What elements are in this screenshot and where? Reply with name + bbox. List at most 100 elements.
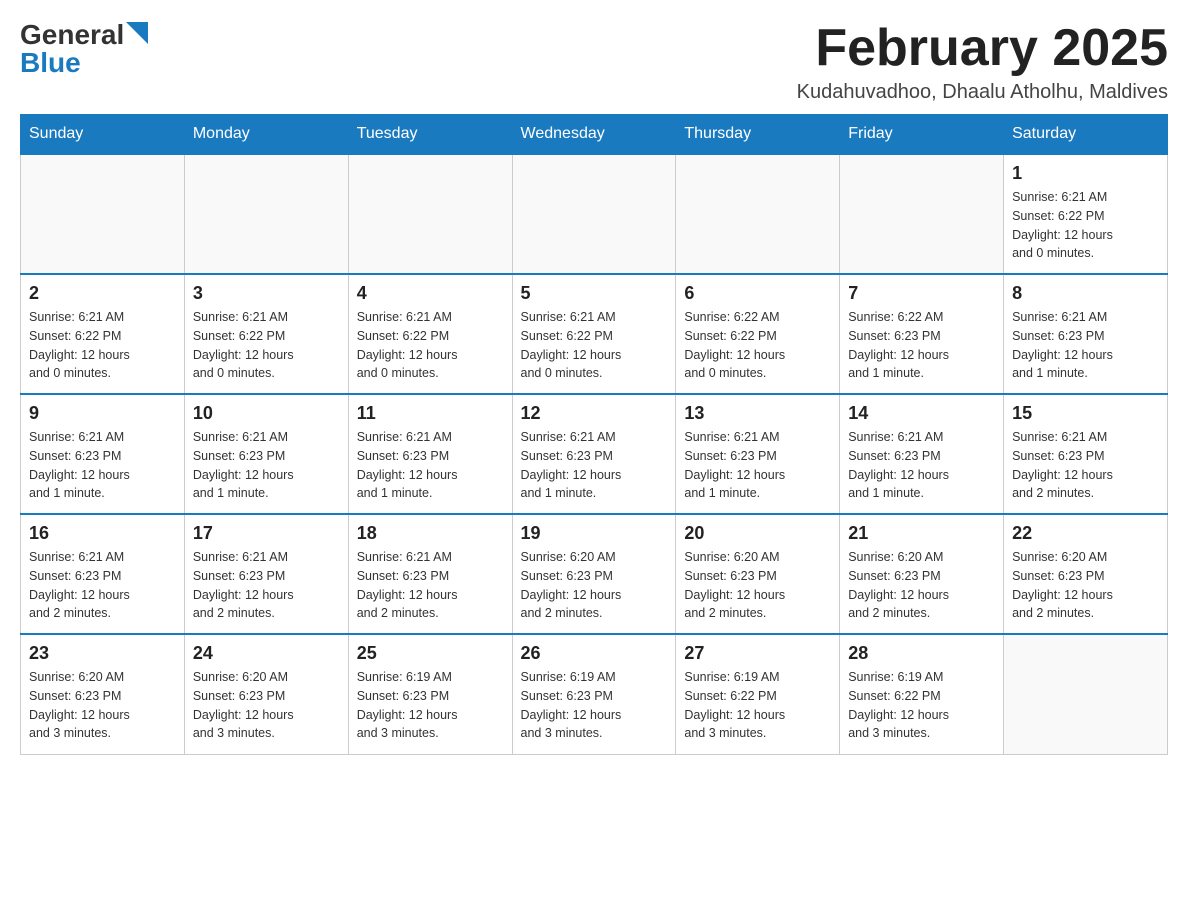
calendar-header: SundayMondayTuesdayWednesdayThursdayFrid…	[21, 115, 1168, 155]
title-section: February 2025 Kudahuvadhoo, Dhaalu Athol…	[797, 20, 1168, 104]
day-number: 25	[357, 643, 504, 664]
page-header: General Blue February 2025 Kudahuvadhoo,…	[20, 20, 1168, 104]
day-info: Sunrise: 6:21 AM Sunset: 6:22 PM Dayligh…	[1012, 188, 1159, 263]
location-text: Kudahuvadhoo, Dhaalu Atholhu, Maldives	[797, 81, 1168, 104]
calendar-cell: 2 Sunrise: 6:21 AM Sunset: 6:22 PM Daylig…	[21, 274, 185, 394]
calendar-cell	[348, 154, 512, 274]
day-number: 2	[29, 283, 176, 304]
weekday-header-tuesday: Tuesday	[348, 115, 512, 155]
day-info: Sunrise: 6:21 AM Sunset: 6:23 PM Dayligh…	[29, 428, 176, 503]
day-info: Sunrise: 6:21 AM Sunset: 6:23 PM Dayligh…	[193, 548, 340, 623]
day-number: 26	[521, 643, 668, 664]
day-info: Sunrise: 6:20 AM Sunset: 6:23 PM Dayligh…	[29, 668, 176, 743]
calendar-cell: 18Sunrise: 6:21 AM Sunset: 6:23 PM Dayli…	[348, 514, 512, 634]
calendar-cell: 3 Sunrise: 6:21 AM Sunset: 6:22 PM Daylig…	[184, 274, 348, 394]
day-number: 24	[193, 643, 340, 664]
month-title: February 2025	[797, 20, 1168, 77]
calendar-cell: 20 Sunrise: 6:20 AM Sunset: 6:23 PM Dayli…	[676, 514, 840, 634]
day-info: Sunrise: 6:21 AM Sunset: 6:23 PM Dayligh…	[357, 548, 504, 623]
calendar-cell: 23 Sunrise: 6:20 AM Sunset: 6:23 PM Dayli…	[21, 634, 185, 754]
day-info: Sunrise: 6:22 AM Sunset: 6:22 PM Dayligh…	[684, 308, 831, 383]
day-number: 3	[193, 283, 340, 304]
day-number: 20	[684, 523, 831, 544]
day-number: 21	[848, 523, 995, 544]
calendar-week-1: 1 Sunrise: 6:21 AM Sunset: 6:22 PM Daylig…	[21, 154, 1168, 274]
day-number: 23	[29, 643, 176, 664]
calendar-cell: 14 Sunrise: 6:21 AM Sunset: 6:23 PM Dayli…	[840, 394, 1004, 514]
calendar-cell: 9Sunrise: 6:21 AM Sunset: 6:23 PM Daylig…	[21, 394, 185, 514]
calendar-cell	[840, 154, 1004, 274]
calendar-cell: 10Sunrise: 6:21 AM Sunset: 6:23 PM Dayli…	[184, 394, 348, 514]
day-info: Sunrise: 6:19 AM Sunset: 6:22 PM Dayligh…	[848, 668, 995, 743]
calendar-cell: 4 Sunrise: 6:21 AM Sunset: 6:22 PM Daylig…	[348, 274, 512, 394]
calendar-cell: 16 Sunrise: 6:21 AM Sunset: 6:23 PM Dayli…	[21, 514, 185, 634]
weekday-header-friday: Friday	[840, 115, 1004, 155]
day-number: 22	[1012, 523, 1159, 544]
day-number: 1	[1012, 163, 1159, 184]
day-number: 5	[521, 283, 668, 304]
day-number: 4	[357, 283, 504, 304]
day-number: 27	[684, 643, 831, 664]
day-info: Sunrise: 6:21 AM Sunset: 6:23 PM Dayligh…	[684, 428, 831, 503]
logo-arrow-icon	[126, 22, 148, 44]
calendar-cell: 19Sunrise: 6:20 AM Sunset: 6:23 PM Dayli…	[512, 514, 676, 634]
day-number: 14	[848, 403, 995, 424]
calendar-week-4: 16 Sunrise: 6:21 AM Sunset: 6:23 PM Dayli…	[21, 514, 1168, 634]
day-info: Sunrise: 6:21 AM Sunset: 6:23 PM Dayligh…	[848, 428, 995, 503]
calendar-cell	[676, 154, 840, 274]
day-info: Sunrise: 6:21 AM Sunset: 6:23 PM Dayligh…	[357, 428, 504, 503]
day-info: Sunrise: 6:21 AM Sunset: 6:23 PM Dayligh…	[193, 428, 340, 503]
day-info: Sunrise: 6:21 AM Sunset: 6:23 PM Dayligh…	[1012, 308, 1159, 383]
day-number: 19	[521, 523, 668, 544]
calendar-table: SundayMondayTuesdayWednesdayThursdayFrid…	[20, 114, 1168, 755]
calendar-week-2: 2 Sunrise: 6:21 AM Sunset: 6:22 PM Daylig…	[21, 274, 1168, 394]
calendar-cell: 5 Sunrise: 6:21 AM Sunset: 6:22 PM Daylig…	[512, 274, 676, 394]
logo-blue-text: Blue	[20, 49, 81, 77]
calendar-cell: 21 Sunrise: 6:20 AM Sunset: 6:23 PM Dayli…	[840, 514, 1004, 634]
day-number: 16	[29, 523, 176, 544]
calendar-cell: 15 Sunrise: 6:21 AM Sunset: 6:23 PM Dayli…	[1004, 394, 1168, 514]
calendar-cell: 25 Sunrise: 6:19 AM Sunset: 6:23 PM Dayli…	[348, 634, 512, 754]
calendar-cell	[21, 154, 185, 274]
calendar-cell: 22 Sunrise: 6:20 AM Sunset: 6:23 PM Dayli…	[1004, 514, 1168, 634]
day-info: Sunrise: 6:20 AM Sunset: 6:23 PM Dayligh…	[684, 548, 831, 623]
weekday-row: SundayMondayTuesdayWednesdayThursdayFrid…	[21, 115, 1168, 155]
calendar-cell	[184, 154, 348, 274]
day-info: Sunrise: 6:21 AM Sunset: 6:23 PM Dayligh…	[1012, 428, 1159, 503]
logo-general-text: General	[20, 21, 124, 49]
calendar-cell: 6 Sunrise: 6:22 AM Sunset: 6:22 PM Daylig…	[676, 274, 840, 394]
weekday-header-wednesday: Wednesday	[512, 115, 676, 155]
calendar-cell: 24 Sunrise: 6:20 AM Sunset: 6:23 PM Dayli…	[184, 634, 348, 754]
day-number: 28	[848, 643, 995, 664]
calendar-week-3: 9Sunrise: 6:21 AM Sunset: 6:23 PM Daylig…	[21, 394, 1168, 514]
day-number: 12	[521, 403, 668, 424]
calendar-cell: 12 Sunrise: 6:21 AM Sunset: 6:23 PM Dayli…	[512, 394, 676, 514]
day-info: Sunrise: 6:20 AM Sunset: 6:23 PM Dayligh…	[848, 548, 995, 623]
day-number: 8	[1012, 283, 1159, 304]
logo: General Blue	[20, 20, 148, 77]
calendar-cell: 17Sunrise: 6:21 AM Sunset: 6:23 PM Dayli…	[184, 514, 348, 634]
day-info: Sunrise: 6:20 AM Sunset: 6:23 PM Dayligh…	[1012, 548, 1159, 623]
day-number: 6	[684, 283, 831, 304]
day-info: Sunrise: 6:20 AM Sunset: 6:23 PM Dayligh…	[193, 668, 340, 743]
day-info: Sunrise: 6:21 AM Sunset: 6:22 PM Dayligh…	[29, 308, 176, 383]
calendar-cell: 26 Sunrise: 6:19 AM Sunset: 6:23 PM Dayli…	[512, 634, 676, 754]
day-info: Sunrise: 6:21 AM Sunset: 6:22 PM Dayligh…	[193, 308, 340, 383]
calendar-cell	[1004, 634, 1168, 754]
day-info: Sunrise: 6:22 AM Sunset: 6:23 PM Dayligh…	[848, 308, 995, 383]
calendar-cell: 28 Sunrise: 6:19 AM Sunset: 6:22 PM Dayli…	[840, 634, 1004, 754]
day-info: Sunrise: 6:19 AM Sunset: 6:23 PM Dayligh…	[521, 668, 668, 743]
day-number: 15	[1012, 403, 1159, 424]
day-info: Sunrise: 6:21 AM Sunset: 6:22 PM Dayligh…	[357, 308, 504, 383]
day-info: Sunrise: 6:19 AM Sunset: 6:23 PM Dayligh…	[357, 668, 504, 743]
day-info: Sunrise: 6:21 AM Sunset: 6:22 PM Dayligh…	[521, 308, 668, 383]
day-info: Sunrise: 6:21 AM Sunset: 6:23 PM Dayligh…	[521, 428, 668, 503]
day-info: Sunrise: 6:19 AM Sunset: 6:22 PM Dayligh…	[684, 668, 831, 743]
calendar-body: 1 Sunrise: 6:21 AM Sunset: 6:22 PM Daylig…	[21, 154, 1168, 754]
day-number: 11	[357, 403, 504, 424]
calendar-cell: 27 Sunrise: 6:19 AM Sunset: 6:22 PM Dayli…	[676, 634, 840, 754]
day-info: Sunrise: 6:21 AM Sunset: 6:23 PM Dayligh…	[29, 548, 176, 623]
calendar-week-5: 23 Sunrise: 6:20 AM Sunset: 6:23 PM Dayli…	[21, 634, 1168, 754]
day-number: 13	[684, 403, 831, 424]
weekday-header-thursday: Thursday	[676, 115, 840, 155]
